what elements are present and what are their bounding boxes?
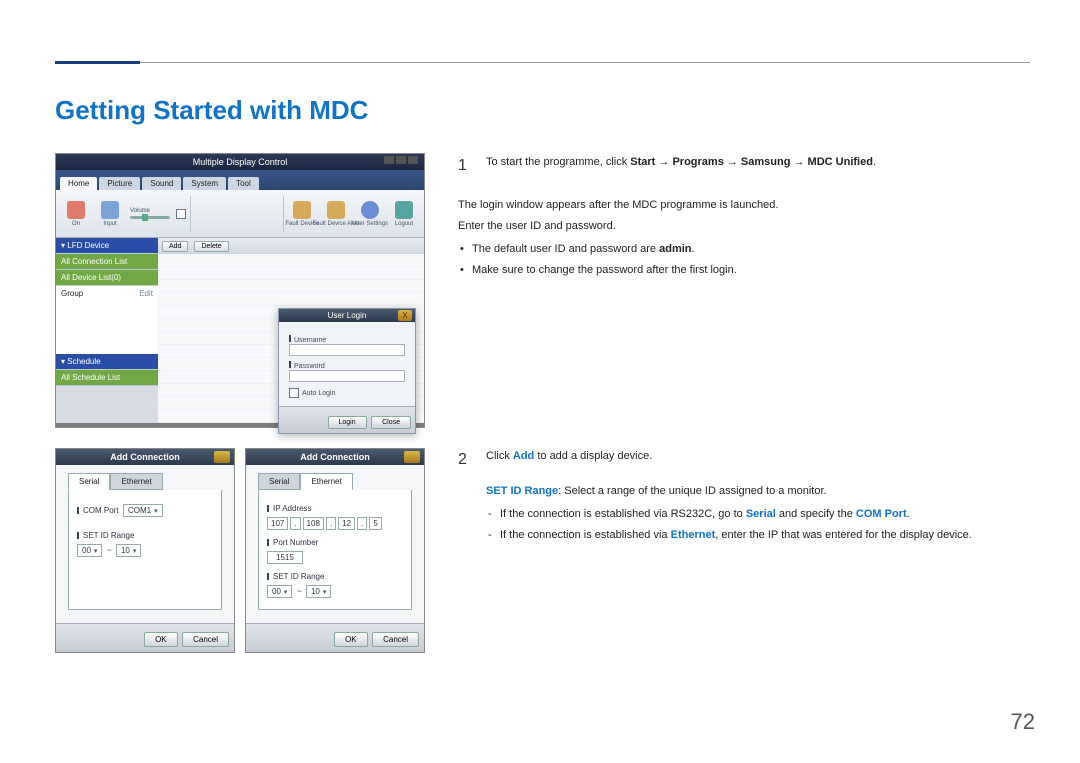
login-username-input[interactable]	[289, 344, 405, 356]
btn-add-device[interactable]: Add	[162, 241, 188, 252]
range-from[interactable]: 00▾	[267, 585, 292, 598]
step-1-text: 1 To start the programme, click Start → …	[458, 154, 1028, 283]
com-port-select[interactable]: COM1▾	[123, 504, 163, 517]
main-tabs: Home Picture Sound System Tool	[56, 170, 424, 190]
tab-home[interactable]: Home	[60, 177, 97, 190]
auto-login-checkbox[interactable]	[289, 388, 299, 398]
cancel-button[interactable]: Cancel	[372, 632, 419, 647]
screenshot-add-connection-ethernet: Add Connection Serial Ethernet IP Addres…	[245, 448, 425, 653]
tab-serial[interactable]: Serial	[68, 473, 110, 490]
tab-ethernet[interactable]: Ethernet	[300, 473, 352, 490]
tab-system[interactable]: System	[183, 177, 226, 190]
login-password-input[interactable]	[289, 370, 405, 382]
tab-tool[interactable]: Tool	[228, 177, 259, 190]
sidebar-all-schedule[interactable]: All Schedule List	[56, 370, 158, 386]
ip-address-input[interactable]: 107.108.12.5	[267, 517, 403, 530]
login-button[interactable]: Login	[328, 416, 367, 429]
sidebar-lfd-header[interactable]: ▾ LFD Device	[56, 238, 158, 254]
sidebar-group-area: Group Edit	[56, 286, 158, 354]
login-dialog: User Login X Username Password Auto Logi…	[278, 308, 416, 434]
login-close-icon[interactable]: X	[398, 310, 412, 321]
volume-slider[interactable]: Volume	[130, 198, 170, 230]
sidebar-schedule-header[interactable]: ▾ Schedule	[56, 354, 158, 370]
tab-sound[interactable]: Sound	[142, 177, 181, 190]
page-number: 72	[1011, 709, 1035, 735]
btn-input[interactable]: Input	[96, 196, 124, 232]
screenshot-add-connection-serial: Add Connection Serial Ethernet COM Port …	[55, 448, 235, 653]
login-title: User Login X	[279, 309, 415, 322]
volume-mute-checkbox[interactable]	[176, 209, 186, 219]
step-2-text: 2 Click Add to add a display device. SET…	[458, 448, 1028, 548]
login-close-button[interactable]: Close	[371, 416, 411, 429]
btn-delete-device[interactable]: Delete	[194, 241, 228, 252]
port-input[interactable]: 1515	[267, 551, 303, 564]
btn-user-settings[interactable]: User Settings	[356, 196, 384, 232]
toolbar: On Input Volume Fault Device Fault Devic…	[56, 190, 424, 238]
sidebar-all-connection[interactable]: All Connection List	[56, 254, 158, 270]
range-from[interactable]: 00▾	[77, 544, 102, 557]
ok-button[interactable]: OK	[334, 632, 368, 647]
window-title: Multiple Display Control	[56, 154, 424, 170]
cancel-button[interactable]: Cancel	[182, 632, 229, 647]
sidebar-all-device[interactable]: All Device List(0)	[56, 270, 158, 286]
tab-serial[interactable]: Serial	[258, 473, 300, 490]
window-controls[interactable]	[384, 156, 418, 164]
device-grid-area: Add Delete Connection Type Port SET ID U…	[158, 238, 424, 423]
btn-fault-alert[interactable]: Fault Device Alert	[322, 196, 350, 232]
range-to[interactable]: 10▾	[116, 544, 141, 557]
sidebar-edit[interactable]: Edit	[139, 289, 153, 298]
ok-button[interactable]: OK	[144, 632, 178, 647]
btn-on[interactable]: On	[62, 196, 90, 232]
sidebar: ▾ LFD Device All Connection List All Dev…	[56, 238, 158, 423]
tab-ethernet[interactable]: Ethernet	[110, 473, 162, 490]
btn-logout[interactable]: Logout	[390, 196, 418, 232]
close-icon[interactable]	[404, 451, 420, 463]
close-icon[interactable]	[214, 451, 230, 463]
range-to[interactable]: 10▾	[306, 585, 331, 598]
page-title: Getting Started with MDC	[55, 95, 368, 126]
tab-picture[interactable]: Picture	[99, 177, 140, 190]
screenshot-mdc-main: Multiple Display Control Home Picture So…	[55, 153, 425, 428]
